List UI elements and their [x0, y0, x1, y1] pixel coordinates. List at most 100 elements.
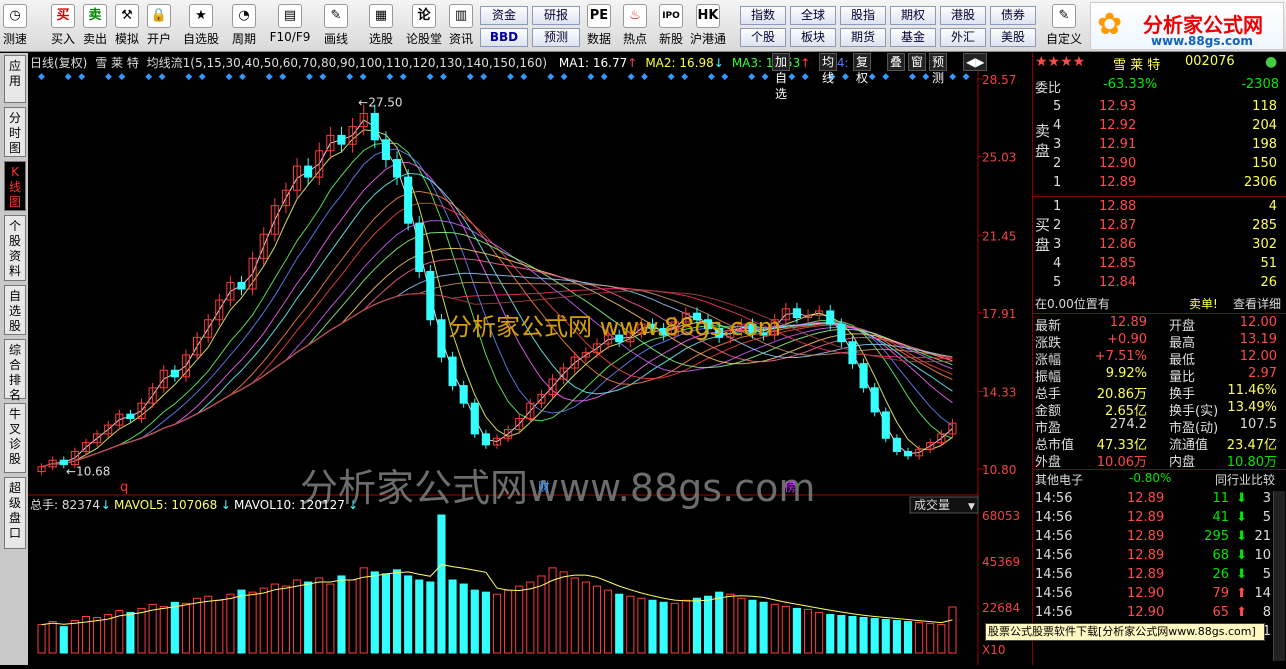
toolbar-hammer-button[interactable]: ⚒ 模拟 [112, 2, 142, 50]
toolbar-pen-button[interactable]: ✎ 画线 [316, 2, 356, 50]
volume-bar[interactable] [881, 619, 890, 654]
volume-bar[interactable] [370, 571, 379, 654]
volume-bar[interactable] [137, 607, 146, 654]
volume-bar[interactable] [104, 613, 113, 654]
volume-bar[interactable] [748, 599, 757, 654]
volume-bar[interactable] [826, 613, 835, 654]
market-7-button[interactable]: 板块 [790, 28, 836, 47]
volume-bar[interactable] [948, 606, 957, 654]
side-tab-2[interactable]: K线图 [4, 161, 26, 211]
toolbar-ipo-button[interactable]: IPO 新股 [656, 2, 686, 50]
candle[interactable] [481, 433, 490, 446]
volume-bar[interactable] [337, 575, 346, 654]
market-9-button[interactable]: 基金 [890, 28, 936, 47]
candle[interactable] [426, 270, 435, 321]
toolbar-star-button[interactable]: ★ 自选股 [180, 2, 222, 50]
volume-bar[interactable] [670, 602, 679, 654]
toolbar-fire-button[interactable]: ♨ 热点 [620, 2, 650, 50]
market-2-button[interactable]: 股指 [840, 6, 886, 25]
volume-bar[interactable] [226, 593, 235, 654]
volume-bar[interactable] [37, 624, 46, 654]
volume-bar[interactable] [648, 599, 657, 654]
market-8-button[interactable]: 期货 [840, 28, 886, 47]
candle[interactable] [881, 411, 890, 439]
volume-bar[interactable] [504, 589, 513, 654]
volume-bar[interactable] [592, 585, 602, 654]
volume-bar[interactable] [859, 617, 868, 654]
candle[interactable] [448, 356, 457, 387]
volume-bar[interactable] [448, 579, 457, 654]
mark-finance[interactable]: 财 [538, 480, 550, 494]
footer-link[interactable]: 股票公式股票软件下载[分析家公式网www.88gs.com] [985, 623, 1265, 641]
chart-btn-1[interactable]: 均线 [819, 53, 838, 85]
market-3-button[interactable]: 期权 [890, 6, 936, 25]
toolbar-pe-button[interactable]: PE 数据 [584, 2, 614, 50]
volume-bar[interactable] [126, 611, 135, 654]
volume-bar[interactable] [715, 591, 724, 654]
toolbar-sell-button[interactable]: 卖卖出 [80, 2, 110, 50]
volume-bar[interactable] [870, 618, 879, 654]
chart-btn-2[interactable]: 复权 [853, 53, 872, 85]
volume-bar[interactable] [426, 581, 435, 654]
candle[interactable] [470, 402, 479, 435]
volume-bar[interactable] [459, 583, 468, 654]
candle[interactable] [826, 310, 835, 325]
toolbar-screen-button[interactable]: ▦ 选股 [362, 2, 400, 50]
volume-bar[interactable] [492, 593, 502, 654]
volume-bar[interactable] [803, 608, 813, 654]
volume-bar[interactable] [481, 591, 490, 654]
volume-bar[interactable] [259, 587, 268, 654]
candle[interactable] [370, 112, 379, 141]
volume-bar[interactable] [637, 597, 646, 654]
chart-btn-4[interactable]: 窗 [908, 53, 927, 71]
volume-bar[interactable] [515, 585, 524, 654]
chart-btn-0[interactable]: 加自选 [772, 53, 791, 101]
volume-bar[interactable] [415, 579, 424, 654]
chart-btn-6[interactable]: ◀▶ [963, 53, 988, 71]
volume-bar[interactable] [726, 593, 735, 654]
volume-bar[interactable] [170, 601, 179, 654]
volume-bar[interactable] [348, 579, 357, 654]
candle[interactable] [859, 363, 868, 389]
volume-bar[interactable] [903, 621, 913, 654]
volume-bar[interactable] [193, 597, 202, 654]
volume-bar[interactable] [892, 620, 901, 654]
volume-bar[interactable] [770, 603, 779, 654]
candle[interactable] [437, 319, 446, 358]
volume-bar[interactable] [392, 569, 402, 654]
toolbar-clock-button[interactable]: ◷ 测速 [0, 2, 30, 50]
volume-bar[interactable] [181, 602, 191, 654]
side-tab-5[interactable]: 综合排名 [4, 339, 26, 402]
candle[interactable] [459, 385, 468, 404]
toolbar-news-button[interactable]: ▥ 资讯 [446, 2, 476, 50]
volume-bar[interactable] [204, 595, 213, 654]
volume-bar[interactable] [315, 577, 324, 654]
volume-bar[interactable] [737, 597, 746, 654]
volume-bar[interactable] [381, 573, 390, 654]
toolbar-lock-button[interactable]: 🔒 开户 [144, 2, 174, 50]
toolbar-period-button[interactable]: ◔ 周期 [224, 2, 264, 50]
scrollbar[interactable] [1273, 491, 1285, 661]
market-5-button[interactable]: 债券 [990, 6, 1036, 25]
side-tab-3[interactable]: 个股资料 [4, 215, 26, 281]
volume-bar[interactable] [681, 599, 690, 654]
market-0-button[interactable]: 指数 [740, 6, 786, 25]
toolbar-sse-hke-button[interactable]: HK 沪港通 [688, 2, 728, 50]
volume-bar[interactable] [626, 595, 635, 654]
kline-chart[interactable]: 28.57 25.03 21.45 17.91 14.33 10.80 ◆ ◆ ◆ ◆ ◆ ◆ ◆ ◆ ◆ ◆… [28, 53, 1032, 665]
volume-bar[interactable] [848, 615, 857, 654]
candle[interactable] [337, 134, 346, 145]
volume-bar[interactable] [815, 611, 824, 654]
market-10-button[interactable]: 外汇 [940, 28, 986, 47]
volume-bar[interactable] [604, 589, 613, 654]
volume-bar[interactable] [281, 585, 290, 654]
quick-0-button[interactable]: 资金 [480, 6, 528, 25]
volume-bar[interactable] [704, 595, 713, 654]
market-1-button[interactable]: 全球 [790, 6, 836, 25]
market-6-button[interactable]: 个股 [740, 28, 786, 47]
volume-bar[interactable] [270, 583, 279, 654]
volume-bar[interactable] [48, 621, 57, 654]
volume-bar[interactable] [837, 614, 846, 654]
quick-2-button[interactable]: BBD [480, 28, 528, 47]
volume-bar[interactable] [581, 581, 590, 654]
